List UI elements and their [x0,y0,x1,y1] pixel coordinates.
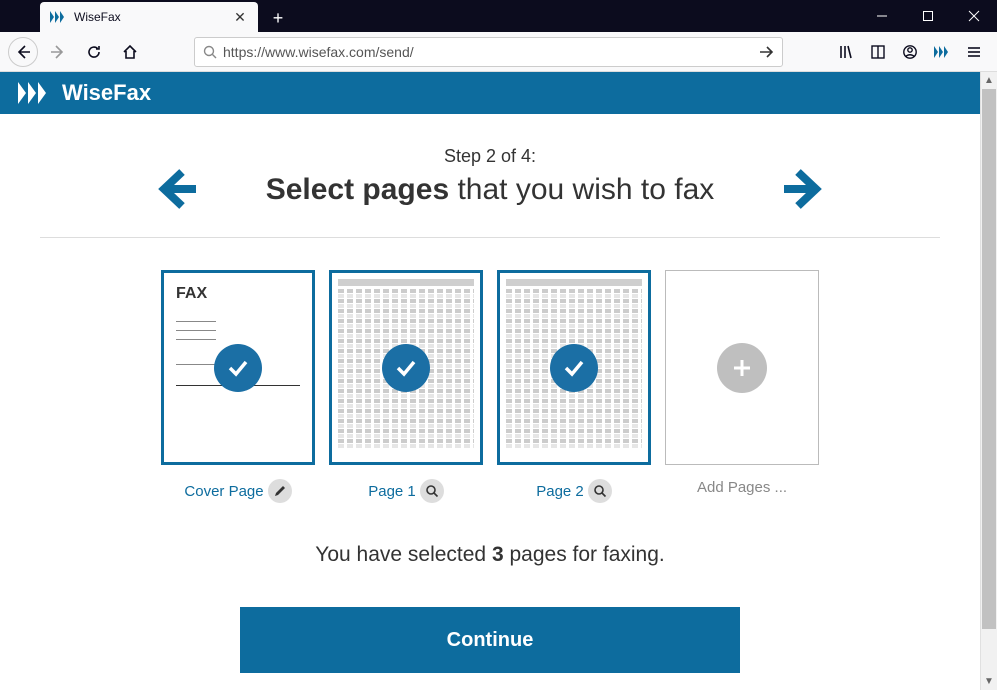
page-content: WiseFax Step 2 of 4: Select pages that y… [0,72,997,690]
page-thumb-1[interactable] [329,270,483,465]
tab-title: WiseFax [74,10,224,24]
selection-summary: You have selected 3 pages for faxing. [40,543,940,567]
app-header: WiseFax [0,72,997,114]
add-pages-thumb[interactable] [665,270,819,465]
zoom-page-button[interactable] [420,479,444,503]
new-tab-button[interactable]: + [264,4,292,32]
tab-favicon-icon [50,9,66,25]
wizard-header: Step 2 of 4: Select pages that you wish … [40,146,940,238]
page-label[interactable]: Page 2 [536,483,584,500]
browser-forward-button[interactable] [42,36,74,68]
step-indicator: Step 2 of 4: [40,146,940,167]
add-icon [717,343,767,393]
browser-home-button[interactable] [114,36,146,68]
page-label[interactable]: Page 1 [368,483,416,500]
search-icon [203,45,217,59]
page-item-add: Add Pages ... [665,270,819,503]
page-item-1: Page 1 [329,270,483,503]
scrollbar-down-icon[interactable]: ▼ [981,673,997,690]
browser-tab[interactable]: WiseFax ✕ [40,2,258,32]
selected-check-icon [214,344,262,392]
page-thumb-cover[interactable]: FAX [161,270,315,465]
account-icon[interactable] [895,36,925,68]
pages-row: FAX Cover Page [40,270,940,503]
edit-cover-button[interactable] [268,479,292,503]
wizard-prev-button[interactable] [156,168,198,210]
browser-menu-button[interactable] [959,36,989,68]
scrollbar[interactable]: ▲ ▼ [980,72,997,690]
scrollbar-thumb[interactable] [982,89,996,629]
go-arrow-icon[interactable] [758,44,774,60]
extension-wisefax-icon[interactable] [927,36,957,68]
url-text: https://www.wisefax.com/send/ [223,44,758,60]
url-bar[interactable]: https://www.wisefax.com/send/ [194,37,783,67]
wizard-next-button[interactable] [782,168,824,210]
reader-icon[interactable] [863,36,893,68]
browser-reload-button[interactable] [78,36,110,68]
browser-titlebar: WiseFax ✕ + [0,0,997,32]
page-label[interactable]: Cover Page [184,483,263,500]
selected-check-icon [382,344,430,392]
add-pages-label[interactable]: Add Pages ... [697,479,787,496]
app-logo[interactable]: WiseFax [18,80,151,106]
logo-chevrons-icon [18,82,54,104]
cover-doc-heading: FAX [176,285,300,303]
window-close-button[interactable] [951,0,997,32]
page-item-cover: FAX Cover Page [161,270,315,503]
page-item-2: Page 2 [497,270,651,503]
library-icon[interactable] [831,36,861,68]
selected-check-icon [550,344,598,392]
zoom-page-button[interactable] [588,479,612,503]
window-minimize-button[interactable] [859,0,905,32]
scrollbar-up-icon[interactable]: ▲ [981,72,997,89]
browser-back-button[interactable] [8,37,38,67]
logo-text: WiseFax [62,80,151,106]
window-maximize-button[interactable] [905,0,951,32]
continue-button[interactable]: Continue [240,607,740,673]
browser-toolbar: https://www.wisefax.com/send/ [0,32,997,72]
tab-close-icon[interactable]: ✕ [232,9,248,25]
page-thumb-2[interactable] [497,270,651,465]
